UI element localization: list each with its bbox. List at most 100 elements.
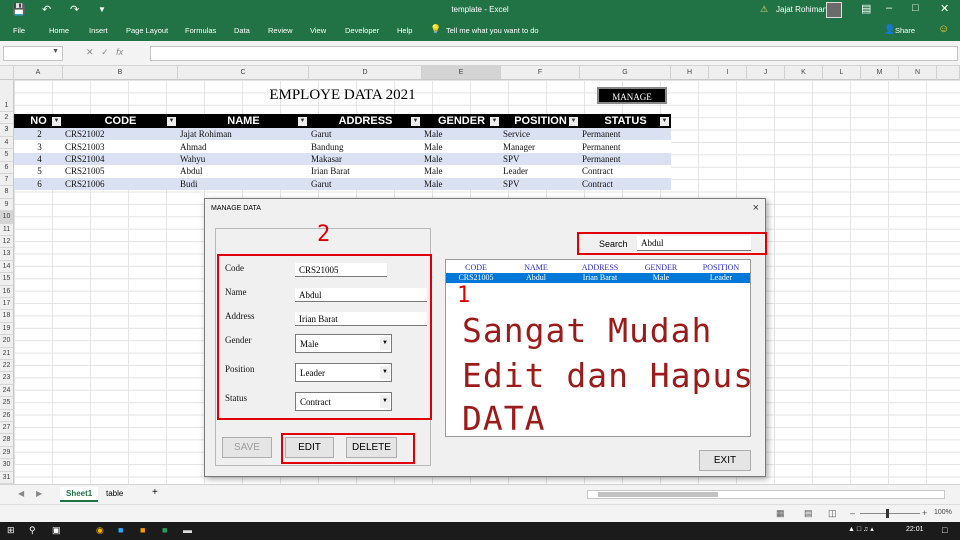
cell[interactable]: Male bbox=[422, 140, 501, 153]
zoom-in-icon[interactable]: + bbox=[922, 508, 927, 518]
file-explorer-icon[interactable]: ▬ bbox=[183, 525, 192, 535]
select-all-corner[interactable] bbox=[0, 66, 14, 80]
row-header[interactable]: 25 bbox=[0, 397, 14, 410]
column-header[interactable]: L bbox=[823, 66, 861, 80]
row-header[interactable]: 16 bbox=[0, 285, 14, 298]
task-view-icon[interactable]: ▣ bbox=[52, 525, 61, 536]
cell[interactable]: 5 bbox=[14, 165, 63, 178]
page-layout-icon[interactable]: ▤ bbox=[804, 508, 813, 519]
filter-dropdown-icon[interactable]: ▼ bbox=[660, 117, 669, 126]
tab-page-layout[interactable]: Page Layout bbox=[126, 26, 168, 35]
cell[interactable]: 2 bbox=[14, 128, 63, 141]
exit-button[interactable]: EXIT bbox=[699, 450, 751, 471]
tab-formulas[interactable]: Formulas bbox=[185, 26, 216, 35]
cell[interactable]: Ahmad bbox=[178, 140, 309, 153]
row-header[interactable]: 10 bbox=[0, 211, 14, 224]
excel-icon[interactable]: ■ bbox=[162, 525, 167, 535]
column-header[interactable]: D bbox=[309, 66, 422, 80]
avatar[interactable] bbox=[826, 2, 842, 18]
header-name[interactable]: NAME ▼ bbox=[178, 114, 309, 128]
cell[interactable]: SPV bbox=[501, 152, 580, 166]
row-header[interactable]: 28 bbox=[0, 434, 14, 447]
cell[interactable]: Irian Barat bbox=[309, 165, 422, 178]
column-header[interactable]: A bbox=[14, 66, 63, 80]
search-icon[interactable]: ⚲ bbox=[29, 525, 36, 536]
cell[interactable]: SPV bbox=[501, 177, 580, 190]
tab-insert[interactable]: Insert bbox=[89, 26, 108, 35]
cell[interactable]: Garut bbox=[309, 177, 422, 190]
header-gender[interactable]: GENDER ▼ bbox=[422, 114, 501, 128]
filter-dropdown-icon[interactable]: ▼ bbox=[569, 117, 578, 126]
cell[interactable]: Abdul bbox=[178, 165, 309, 178]
cell[interactable]: CRS21005 bbox=[63, 165, 178, 178]
scroll-left-icon[interactable]: ◀ bbox=[12, 487, 30, 500]
column-header[interactable]: B bbox=[63, 66, 178, 80]
filter-dropdown-icon[interactable]: ▼ bbox=[52, 117, 61, 126]
windows-start-icon[interactable]: ⊞ bbox=[7, 525, 15, 536]
smiley-feedback-icon[interactable]: ☺ bbox=[938, 23, 949, 35]
row-header[interactable]: 1 bbox=[0, 80, 14, 112]
row-header[interactable]: 31 bbox=[0, 471, 14, 484]
row-header[interactable]: 11 bbox=[0, 223, 14, 236]
column-header[interactable]: E bbox=[422, 66, 501, 80]
row-header[interactable]: 23 bbox=[0, 372, 14, 385]
column-header[interactable]: F bbox=[501, 66, 580, 80]
zoom-level[interactable]: 100% bbox=[934, 509, 952, 516]
tab-home[interactable]: Home bbox=[49, 26, 69, 35]
row-header[interactable]: 12 bbox=[0, 236, 14, 249]
cell[interactable]: CRS21002 bbox=[63, 128, 178, 141]
row-header[interactable]: 9 bbox=[0, 198, 14, 212]
row-header[interactable]: 26 bbox=[0, 409, 14, 422]
cell[interactable]: Wahyu bbox=[178, 152, 309, 166]
tab-table[interactable]: table bbox=[100, 487, 129, 500]
cell[interactable]: Permanent bbox=[580, 128, 671, 141]
header-address[interactable]: ADDRESS ▼ bbox=[309, 114, 422, 128]
row-header[interactable]: 17 bbox=[0, 298, 14, 311]
tab-help[interactable]: Help bbox=[397, 26, 412, 35]
share-button[interactable]: Share bbox=[895, 26, 915, 35]
tab-developer[interactable]: Developer bbox=[345, 26, 379, 35]
cell[interactable]: Garut bbox=[309, 128, 422, 141]
cell[interactable]: Contract bbox=[580, 165, 671, 178]
row-header[interactable]: 3 bbox=[0, 124, 14, 137]
close-icon[interactable]: × bbox=[753, 202, 759, 214]
cell[interactable]: CRS21003 bbox=[63, 140, 178, 153]
maximize-icon[interactable]: □ bbox=[912, 2, 919, 14]
cell[interactable]: 3 bbox=[14, 140, 63, 153]
name-box[interactable]: ▼ bbox=[3, 46, 63, 61]
tab-review[interactable]: Review bbox=[268, 26, 293, 35]
cell[interactable]: Male bbox=[422, 152, 501, 166]
cell[interactable]: 4 bbox=[14, 152, 63, 166]
row-header[interactable]: 27 bbox=[0, 422, 14, 435]
header-position[interactable]: POSITION ▼ bbox=[501, 114, 580, 128]
ribbon-display-icon[interactable]: ▤ bbox=[861, 2, 871, 15]
row-header[interactable]: 19 bbox=[0, 322, 14, 336]
minimize-icon[interactable]: – bbox=[886, 2, 892, 14]
cell[interactable]: Male bbox=[422, 165, 501, 178]
filter-dropdown-icon[interactable]: ▼ bbox=[167, 117, 176, 126]
row-header[interactable]: 6 bbox=[0, 161, 14, 174]
normal-view-icon[interactable]: ▦ bbox=[776, 508, 785, 519]
row-header[interactable]: 4 bbox=[0, 136, 14, 150]
chrome-icon[interactable]: ◉ bbox=[96, 525, 104, 536]
photoshop-icon[interactable]: ■ bbox=[118, 525, 123, 535]
cell[interactable]: 6 bbox=[14, 177, 63, 190]
cell[interactable]: Male bbox=[422, 128, 501, 141]
row-header[interactable]: 22 bbox=[0, 360, 14, 373]
row-header[interactable]: 7 bbox=[0, 174, 14, 187]
save-button[interactable]: SAVE bbox=[222, 437, 272, 458]
page-break-icon[interactable]: ◫ bbox=[828, 508, 837, 519]
illustrator-icon[interactable]: ■ bbox=[140, 525, 145, 535]
cell[interactable]: Makasar bbox=[309, 152, 422, 166]
filter-dropdown-icon[interactable]: ▼ bbox=[490, 117, 499, 126]
close-icon[interactable]: ✕ bbox=[940, 2, 949, 15]
row-header[interactable]: 14 bbox=[0, 260, 14, 274]
cell[interactable]: Bandung bbox=[309, 140, 422, 153]
cell[interactable]: Permanent bbox=[580, 152, 671, 166]
header-code[interactable]: CODE ▼ bbox=[63, 114, 178, 128]
row-header[interactable]: 29 bbox=[0, 446, 14, 460]
row-header[interactable]: 24 bbox=[0, 384, 14, 398]
row-header[interactable]: 15 bbox=[0, 273, 14, 286]
horizontal-scrollbar[interactable] bbox=[587, 490, 945, 499]
tab-data[interactable]: Data bbox=[234, 26, 250, 35]
